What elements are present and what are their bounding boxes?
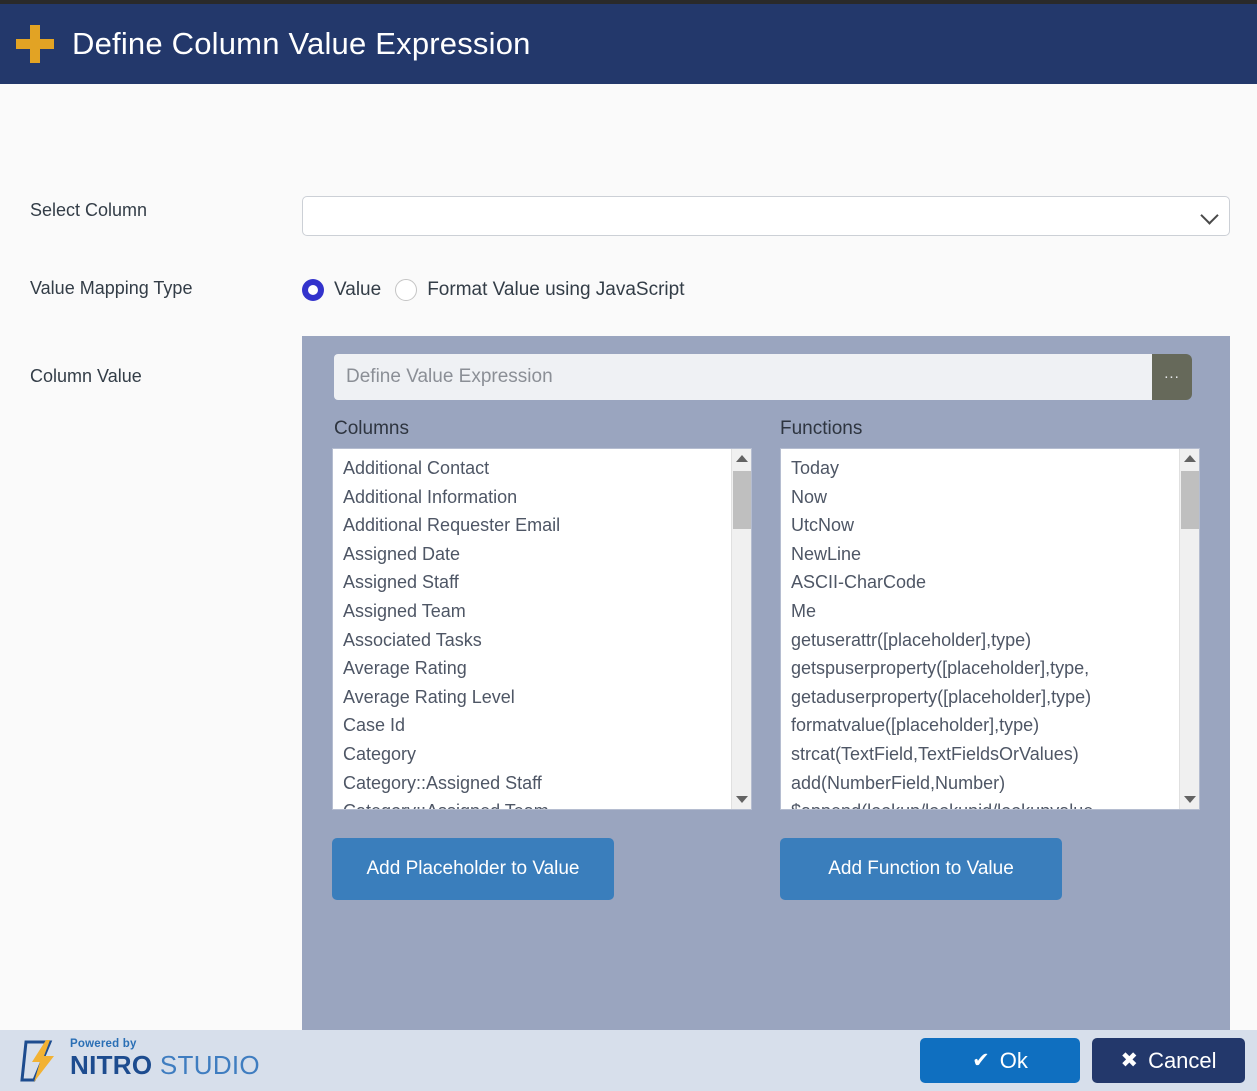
nitro-studio-logo: Powered by NITRO STUDIO [20,1038,260,1084]
expression-browse-button[interactable]: ... [1152,354,1192,400]
add-placeholder-to-value-button[interactable]: Add Placeholder to Value [332,838,614,900]
list-item[interactable]: UtcNow [791,511,1179,540]
columns-scrollbar[interactable] [731,449,751,809]
expression-input[interactable]: Define Value Expression [334,354,1152,400]
radio-value-label: Value [334,279,382,300]
scrollbar-thumb[interactable] [733,471,751,529]
list-item[interactable]: Associated Tasks [343,626,731,655]
dialog-body: Select Column Value Mapping Type Value F… [0,84,1257,1089]
list-item[interactable]: getspuserproperty([placeholder],type, [791,654,1179,683]
logo-text: Powered by NITRO STUDIO [70,1038,260,1084]
select-column-dropdown[interactable] [302,196,1230,236]
scroll-down-arrow-icon[interactable] [1184,796,1196,803]
list-item[interactable]: $append(lookup/lookupid/lookupvalue [791,797,1179,809]
functions-list-header: Functions [780,418,863,439]
value-mapping-type-radio-group: Value Format Value using JavaScript [302,276,685,304]
dialog-footer: Powered by NITRO STUDIO ✔ Ok ✖ Cancel [0,1030,1257,1091]
chevron-down-icon[interactable] [1195,196,1229,236]
cancel-button-label: Cancel [1148,1047,1217,1073]
scroll-up-arrow-icon[interactable] [1184,455,1196,462]
close-icon: ✖ [1120,1049,1139,1072]
ok-button[interactable]: ✔ Ok [920,1038,1080,1083]
list-item[interactable]: Additional Requester Email [343,511,731,540]
expression-builder-panel: Define Value Expression ... Columns Func… [302,336,1230,1046]
list-item[interactable]: Additional Contact [343,454,731,483]
list-item[interactable]: Category::Assigned Staff [343,769,731,798]
list-item[interactable]: add(NumberField,Number) [791,769,1179,798]
list-item[interactable]: Assigned Date [343,540,731,569]
ok-button-label: Ok [999,1047,1028,1073]
radio-format-value-using-javascript-label: Format Value using JavaScript [427,279,685,300]
column-value-label: Column Value [30,366,142,386]
plus-icon [12,21,58,67]
list-item[interactable]: Average Rating [343,654,731,683]
radio-format-value-using-javascript[interactable] [395,279,418,301]
list-item[interactable]: Category::Assigned Team [343,797,731,809]
list-item[interactable]: Now [791,483,1179,512]
list-item[interactable]: ASCII-CharCode [791,568,1179,597]
dialog-define-column-value-expression: Define Column Value Expression Select Co… [0,0,1257,1091]
dialog-header: Define Column Value Expression [0,4,1257,84]
list-item[interactable]: Case Id [343,711,731,740]
list-item[interactable]: Assigned Staff [343,568,731,597]
list-item[interactable]: formatvalue([placeholder],type) [791,711,1179,740]
logo-nitro: NITRO [70,1050,153,1080]
list-item[interactable]: Additional Information [343,483,731,512]
page-title: Define Column Value Expression [72,26,531,61]
list-item[interactable]: Me [791,597,1179,626]
list-item[interactable]: getuserattr([placeholder],type) [791,626,1179,655]
radio-value[interactable] [302,279,324,301]
list-item[interactable]: Average Rating Level [343,683,731,712]
list-item[interactable]: Assigned Team [343,597,731,626]
add-function-to-value-button[interactable]: Add Function to Value [780,838,1062,900]
columns-list-header: Columns [334,418,409,439]
columns-list-items: Additional Contact Additional Information… [333,449,731,809]
scroll-up-arrow-icon[interactable] [736,455,748,462]
functions-scrollbar[interactable] [1179,449,1199,809]
functions-list-items: Today Now UtcNow NewLine ASCII-CharCode Me get… [781,449,1179,809]
list-item[interactable]: Category [343,740,731,769]
logo-brand: NITRO STUDIO [70,1051,260,1084]
columns-listbox[interactable]: Additional Contact Additional Information… [332,448,752,810]
lightning-bolt-icon [20,1038,64,1084]
scrollbar-thumb[interactable] [1181,471,1199,529]
select-column-label: Select Column [30,200,148,220]
functions-listbox[interactable]: Today Now UtcNow NewLine ASCII-CharCode Me get… [780,448,1200,810]
list-item[interactable]: NewLine [791,540,1179,569]
cancel-button[interactable]: ✖ Cancel [1092,1038,1245,1083]
check-icon: ✔ [972,1049,990,1072]
logo-studio: STUDIO [152,1050,260,1080]
list-item[interactable]: strcat(TextField,TextFieldsOrValues) [791,740,1179,769]
expression-input-row: Define Value Expression ... [334,354,1192,400]
scroll-down-arrow-icon[interactable] [736,796,748,803]
list-item[interactable]: getaduserproperty([placeholder],type) [791,683,1179,712]
value-mapping-type-label: Value Mapping Type [30,278,193,298]
list-item[interactable]: Today [791,454,1179,483]
